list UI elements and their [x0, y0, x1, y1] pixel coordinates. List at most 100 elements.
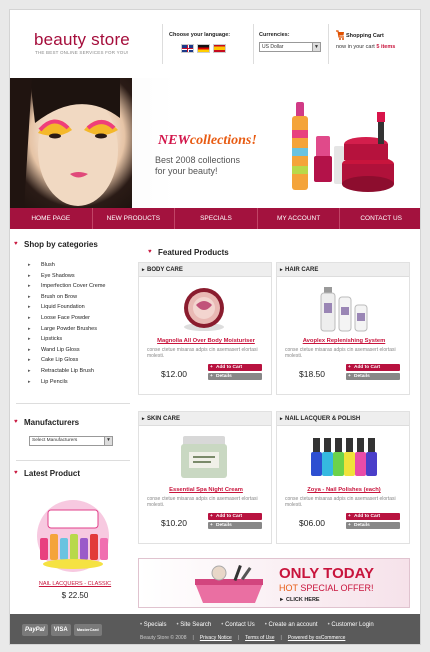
- cosmetics-image: [282, 90, 402, 200]
- product-category[interactable]: HAIR CARE: [277, 263, 409, 277]
- cart-label[interactable]: Shopping Cart: [346, 33, 384, 39]
- product-category[interactable]: NAIL LACQUER & POLISH: [277, 412, 409, 426]
- divider: [16, 460, 130, 461]
- language-flags: [181, 44, 226, 53]
- add-to-cart-button[interactable]: Add to Cart: [208, 513, 262, 520]
- main-nav: HOME PAGE NEW PRODUCTS SPECIALS MY ACCOU…: [10, 208, 420, 229]
- flag-german-icon[interactable]: [197, 44, 210, 53]
- product-card: BODY CARE Magnolia All Over Body Moistur…: [138, 262, 272, 395]
- footer-link-specials[interactable]: Specials: [140, 622, 167, 628]
- hero-banner[interactable]: NEWcollections! Best 2008 collections fo…: [10, 78, 420, 208]
- promo-headline: ONLY TODAY: [279, 565, 375, 582]
- footer-sep: |: [237, 635, 240, 641]
- footer-link-site-search[interactable]: Site Search: [176, 622, 211, 628]
- banner-headline: NEWcollections!: [158, 133, 257, 149]
- add-to-cart-button[interactable]: Add to Cart: [346, 513, 400, 520]
- add-to-cart-button[interactable]: Add to Cart: [208, 364, 262, 371]
- currency-value: US Dollar: [262, 44, 284, 50]
- product-name[interactable]: Avoplex Replenishing System: [281, 338, 407, 344]
- category-item[interactable]: Brush on Brow: [28, 292, 128, 303]
- category-item[interactable]: Eye Shadows: [28, 271, 128, 282]
- banner-new-word: NEW: [158, 133, 190, 148]
- divider: [328, 24, 329, 64]
- promo-click-here[interactable]: ► CLICK HERE: [279, 597, 320, 603]
- nav-new-products[interactable]: NEW PRODUCTS: [93, 208, 176, 229]
- cart-status: now in your cart 5 items: [336, 44, 395, 50]
- cart-count[interactable]: 5 items: [376, 44, 395, 50]
- details-button[interactable]: Details: [346, 522, 400, 529]
- category-item[interactable]: Wand Lip Gloss: [28, 345, 128, 356]
- divider: [253, 24, 254, 64]
- product-description: conse ctetue misaras adpis cin asemasert…: [285, 496, 396, 508]
- promo-hot-word: HOT: [279, 583, 298, 593]
- footer-links: Specials Site Search Contact Us Create a…: [140, 622, 374, 628]
- details-button[interactable]: Details: [346, 373, 400, 380]
- product-category[interactable]: BODY CARE: [139, 263, 271, 277]
- latest-product-image[interactable]: [28, 498, 118, 573]
- makeup-bag-image: [195, 565, 263, 603]
- copyright-text: Beauty Store © 2008: [140, 635, 187, 641]
- product-image[interactable]: [169, 432, 239, 482]
- footer-link-create-account[interactable]: Create an account: [265, 622, 318, 628]
- product-image[interactable]: [307, 432, 377, 482]
- product-price: $06.00: [299, 518, 325, 528]
- category-item[interactable]: Liquid Foundation: [28, 302, 128, 313]
- footer-copyright-row: Beauty Store © 2008 | Privacy Notice | T…: [140, 635, 345, 641]
- footer-sep: |: [280, 635, 282, 641]
- paypal-icon: PayPal: [22, 624, 48, 636]
- add-to-cart-button[interactable]: Add to Cart: [346, 364, 400, 371]
- product-name[interactable]: Essential Spa Night Cream: [143, 487, 269, 493]
- category-list: Blush Eye Shadows Imperfection Cover Cre…: [28, 260, 128, 387]
- category-item[interactable]: Loose Face Powder: [28, 313, 128, 324]
- page: beauty store THE BEST ONLINE SERVICES FO…: [9, 9, 421, 645]
- categories-title: Shop by categories: [14, 240, 98, 249]
- category-item[interactable]: Blush: [28, 260, 128, 271]
- category-item[interactable]: Lipsticks: [28, 334, 128, 345]
- chevron-down-icon: ▼: [312, 43, 320, 51]
- language-label: Choose your language:: [169, 32, 231, 38]
- footer: PayPal VISA MasterCard Specials Site Sea…: [10, 614, 420, 644]
- product-description: conse ctetue misaras adpis cin asemasert…: [147, 496, 258, 508]
- shopping-cart-icon[interactable]: [335, 29, 345, 41]
- flag-spanish-icon[interactable]: [213, 44, 226, 53]
- product-name[interactable]: Magnolia All Over Body Moisturiser: [143, 338, 269, 344]
- product-name[interactable]: Zoya - Nail Polishes (each): [281, 487, 407, 493]
- nav-contact-us[interactable]: CONTACT US: [340, 208, 420, 229]
- currency-label: Currencies:: [259, 32, 290, 38]
- terms-link[interactable]: Terms of Use: [245, 635, 274, 641]
- category-item[interactable]: Large Powder Brushes: [28, 324, 128, 335]
- product-image[interactable]: [307, 283, 377, 333]
- latest-product-name[interactable]: NAIL LACQUERS - CLASSIC: [20, 581, 130, 587]
- details-button[interactable]: Details: [208, 373, 262, 380]
- product-card: HAIR CARE Avoplex Replenishing System co…: [276, 262, 410, 395]
- product-image[interactable]: [169, 283, 239, 333]
- product-category[interactable]: SKIN CARE: [139, 412, 271, 426]
- flag-english-icon[interactable]: [181, 44, 194, 53]
- mastercard-icon: MasterCard: [73, 624, 102, 636]
- privacy-notice-link[interactable]: Privacy Notice: [200, 635, 232, 641]
- category-item[interactable]: Cake Lip Gloss: [28, 355, 128, 366]
- category-item[interactable]: Retractable Lip Brush: [28, 366, 128, 377]
- powered-by-link[interactable]: Powered by osCommerce: [288, 635, 346, 641]
- chevron-down-icon: ▼: [104, 437, 112, 445]
- product-card: SKIN CARE Essential Spa Night Cream cons…: [138, 411, 272, 544]
- manufacturers-title: Manufacturers: [14, 418, 79, 427]
- store-logo[interactable]: beauty store: [34, 30, 130, 50]
- details-button[interactable]: Details: [208, 522, 262, 529]
- nav-specials[interactable]: SPECIALS: [175, 208, 258, 229]
- nav-home[interactable]: HOME PAGE: [10, 208, 93, 229]
- banner-collections-word: collections!: [189, 133, 257, 148]
- product-description: conse ctetue misaras adpis cin asemasert…: [285, 347, 396, 359]
- promo-subtitle: HOT SPECIAL OFFER!: [279, 583, 374, 593]
- footer-link-contact-us[interactable]: Contact Us: [221, 622, 255, 628]
- category-item[interactable]: Lip Pencils: [28, 377, 128, 388]
- promo-click-label: CLICK HERE: [285, 597, 320, 603]
- category-item[interactable]: Imperfection Cover Creme: [28, 281, 128, 292]
- special-offer-banner[interactable]: ONLY TODAY HOT SPECIAL OFFER! ► CLICK HE…: [138, 558, 410, 608]
- product-price: $12.00: [161, 369, 187, 379]
- currency-select[interactable]: US Dollar ▼: [259, 42, 321, 52]
- latest-product-title: Latest Product: [14, 469, 80, 478]
- footer-link-customer-login[interactable]: Customer Login: [328, 622, 373, 628]
- nav-my-account[interactable]: MY ACCOUNT: [258, 208, 341, 229]
- manufacturers-select[interactable]: Select Manufacturers ▼: [29, 436, 113, 446]
